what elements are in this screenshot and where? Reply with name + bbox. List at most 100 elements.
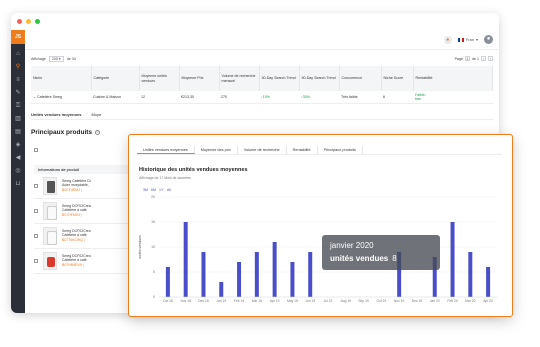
- search-icon[interactable]: ⚲: [15, 64, 21, 70]
- cell-niche-score: 6: [381, 91, 413, 104]
- chart-bar[interactable]: [183, 222, 188, 297]
- niche-table: Niche Catégorie Moyenne unités vendues M…: [31, 66, 493, 104]
- chart-tab[interactable]: Rentabilité: [287, 146, 318, 154]
- cart-icon[interactable]: ⊔: [15, 181, 21, 187]
- y-tick-label: 15: [151, 220, 155, 224]
- minimize-dot[interactable]: [26, 19, 31, 24]
- x-tick-label: Jul 19: [324, 299, 333, 303]
- x-tick-label: Nov 18: [180, 299, 191, 303]
- product-checkbox[interactable]: [34, 208, 38, 213]
- chart-tab[interactable]: Unités vendues moyennes: [137, 146, 195, 154]
- tab-avg-units[interactable]: Unités vendues moyennes: [31, 112, 81, 117]
- range-option[interactable]: 3M: [143, 188, 148, 192]
- chart-bar[interactable]: [290, 262, 295, 297]
- product-text: Smeg Cafetière Di Acier inoxydable, B0CF4K…: [62, 179, 91, 193]
- col-avg-price[interactable]: Moyenne Prix: [179, 66, 220, 91]
- product-checkbox[interactable]: [34, 258, 38, 263]
- product-asin[interactable]: B0CF4KMJ |: [62, 188, 91, 193]
- next-page-button[interactable]: ›: [488, 56, 493, 61]
- cell-category: Cuisine & Maison: [91, 91, 139, 104]
- col-niche-score[interactable]: Niche Score: [381, 66, 414, 91]
- product-checkbox[interactable]: [34, 233, 38, 238]
- x-tick-label: Mar 20: [465, 299, 475, 303]
- avatar[interactable]: ●: [484, 35, 493, 44]
- chart-bar[interactable]: [308, 252, 313, 297]
- chart-bar[interactable]: [468, 252, 473, 297]
- chart-bar[interactable]: [272, 242, 277, 297]
- col-30d-trend[interactable]: 30-Day Search Trend: [259, 66, 300, 91]
- cell-90d-trend: ↑30%: [299, 91, 339, 104]
- page-size-select[interactable]: 200 ▾: [48, 55, 64, 62]
- prev-page-button[interactable]: ‹: [481, 56, 486, 61]
- count-label: de 34: [66, 56, 76, 61]
- product-checkbox[interactable]: [34, 183, 38, 188]
- chart-tab[interactable]: Volume de recherche: [238, 146, 287, 154]
- x-tick-label: Dec 19: [412, 299, 423, 303]
- product-thumbnail[interactable]: [43, 251, 57, 270]
- cell-niche[interactable]: ⌄ Cafetière Smeg: [31, 91, 91, 104]
- range-option[interactable]: All: [167, 188, 171, 192]
- maximize-dot[interactable]: [35, 19, 40, 24]
- y-axis-label: unités vendues: [138, 235, 142, 259]
- bars-icon[interactable]: ▤: [15, 129, 21, 135]
- tools-icon[interactable]: ✎: [15, 90, 21, 96]
- chart-panel: Unités vendues moyennes Moyenne des prix V…: [128, 134, 513, 317]
- x-tick-label: Jan 19: [216, 299, 226, 303]
- select-all-checkbox[interactable]: [34, 147, 38, 152]
- col-niche[interactable]: Niche: [31, 66, 92, 91]
- home-icon[interactable]: ⌂: [15, 51, 21, 57]
- chart-subtitle: Affichage de 17 Mois de données: [139, 176, 191, 180]
- tooltip-date: janvier 2020: [330, 241, 374, 250]
- cell-competition: Très faible: [339, 91, 381, 104]
- chart-bar[interactable]: [237, 262, 242, 297]
- col-90d-trend[interactable]: 90-Day Search Trend: [299, 66, 340, 91]
- chart-bar[interactable]: [219, 282, 224, 297]
- col-competition[interactable]: Concurrence: [339, 66, 382, 91]
- chevron-down-icon: ▾: [475, 37, 478, 42]
- col-search-volume[interactable]: Volume de recherche mensuel: [219, 66, 260, 91]
- y-tick-label: 0: [153, 295, 155, 299]
- chart-bar[interactable]: [486, 267, 491, 297]
- col-category[interactable]: Catégorie: [91, 66, 140, 91]
- globe-icon[interactable]: ◎: [15, 168, 21, 174]
- chart-tab[interactable]: Principaux produits: [318, 146, 363, 154]
- chart-bar[interactable]: [201, 252, 206, 297]
- y-tick-label: 10: [151, 245, 155, 249]
- product-thumbnail[interactable]: [43, 226, 57, 245]
- language-selector[interactable]: Fran ▾: [457, 37, 478, 42]
- units-chart: 3M 6M 1Y All 0 5 10 15 20 unités vendues Oct 18 Nov…: [138, 188, 497, 303]
- chart-icon[interactable]: ▥: [15, 116, 21, 122]
- page-input[interactable]: 1: [465, 56, 470, 61]
- app-logo[interactable]: JS: [11, 30, 25, 44]
- notifications-icon[interactable]: ●: [443, 35, 452, 44]
- range-option[interactable]: 1Y: [159, 188, 164, 192]
- tab-avg-price[interactable]: Moye: [91, 112, 101, 117]
- show-label: Affichage: [31, 56, 46, 61]
- x-tick-label: Apr 19: [270, 299, 280, 303]
- col-avg-units[interactable]: Moyenne unités vendues: [139, 66, 180, 91]
- product-asin[interactable]: B07HF6XN |: [62, 213, 91, 218]
- help-icon[interactable]: ?: [95, 129, 101, 135]
- x-tick-label: Dec 18: [198, 299, 209, 303]
- x-tick-label: Feb 19: [234, 299, 244, 303]
- product-asin[interactable]: B07T69CWQ |: [62, 238, 91, 243]
- table-row[interactable]: ⌄ Cafetière Smeg Cuisine & Maison 12 €21…: [31, 91, 493, 104]
- product-thumbnail[interactable]: [43, 201, 57, 220]
- col-profitability[interactable]: Rentabilité: [413, 66, 493, 91]
- chart-tab[interactable]: Moyenne des prix: [195, 146, 238, 154]
- product-thumbnail[interactable]: [43, 176, 57, 195]
- megaphone-icon[interactable]: ◀: [15, 155, 21, 161]
- chart-bar[interactable]: [450, 222, 455, 297]
- chart-tabs: Unités vendues moyennes Moyenne des prix V…: [137, 146, 502, 155]
- chart-bar[interactable]: [165, 267, 170, 297]
- detail-tabs: Unités vendues moyennes Moye: [31, 110, 493, 120]
- product-asin[interactable]: B07HR9EX9 |: [62, 263, 91, 268]
- close-dot[interactable]: [17, 19, 22, 24]
- range-option[interactable]: 6M: [151, 188, 156, 192]
- key-icon[interactable]: ⚿: [15, 103, 21, 109]
- tag-icon[interactable]: ◈: [15, 142, 21, 148]
- x-tick-label: Oct 18: [163, 299, 173, 303]
- list-icon[interactable]: ≡: [15, 77, 21, 83]
- chart-bar[interactable]: [254, 252, 259, 297]
- x-tick-label: Oct 19: [377, 299, 387, 303]
